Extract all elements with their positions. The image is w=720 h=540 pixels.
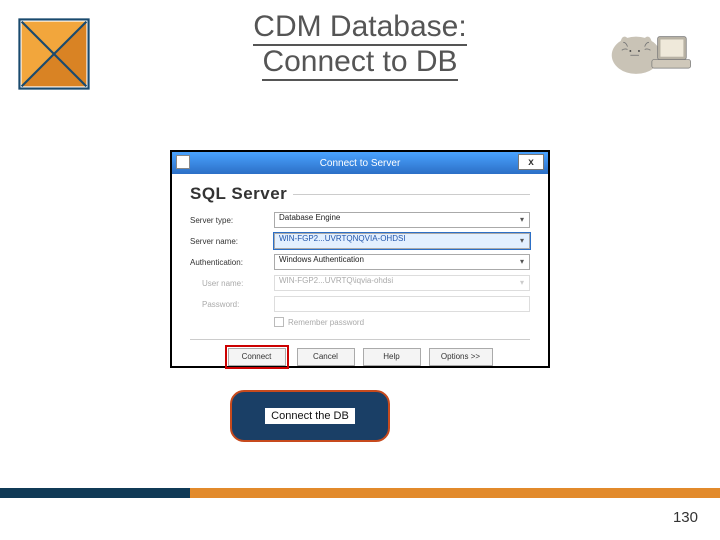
- server-type-dropdown[interactable]: Database Engine: [274, 212, 530, 228]
- authentication-dropdown[interactable]: Windows Authentication: [274, 254, 530, 270]
- title-line1: CDM Database:: [253, 10, 466, 46]
- connect-button[interactable]: Connect: [228, 348, 286, 366]
- dialog-title: Connect to Server: [320, 158, 401, 169]
- chevron-down-icon: ▾: [516, 277, 528, 289]
- server-type-label: Server type:: [190, 216, 274, 225]
- authentication-label: Authentication:: [190, 258, 274, 267]
- server-name-combobox[interactable]: WIN-FGP2...UVRTQNQVIA-OHDSI: [274, 233, 530, 249]
- chevron-down-icon[interactable]: ▾: [516, 214, 528, 226]
- callout-bubble: Connect the DB: [230, 390, 390, 442]
- chevron-down-icon[interactable]: ▾: [516, 256, 528, 268]
- product-header: SQL Server: [172, 174, 548, 210]
- footer-accent-bar: [0, 488, 720, 498]
- dialog-titlebar: Connect to Server x: [172, 152, 548, 174]
- connect-button-highlight: Connect: [225, 345, 289, 369]
- options-button[interactable]: Options >>: [429, 348, 493, 366]
- password-field: [274, 296, 530, 312]
- remember-password-label: Remember password: [288, 318, 364, 327]
- title-line2: Connect to DB: [262, 45, 457, 81]
- chevron-down-icon[interactable]: ▾: [516, 235, 528, 247]
- connect-to-server-dialog: Connect to Server x SQL Server Server ty…: [170, 150, 550, 368]
- callout-text: Connect the DB: [265, 408, 355, 424]
- username-label: User name:: [190, 279, 274, 288]
- help-button[interactable]: Help: [363, 348, 421, 366]
- cat-laptop-illustration: [606, 18, 692, 80]
- system-menu-icon[interactable]: [176, 155, 190, 169]
- close-button[interactable]: x: [518, 154, 544, 170]
- username-field: WIN-FGP2...UVRTQ\iqvia-ohdsi: [274, 275, 530, 291]
- remember-password-checkbox: [274, 317, 284, 327]
- server-name-label: Server name:: [190, 237, 274, 246]
- cancel-button[interactable]: Cancel: [297, 348, 355, 366]
- page-number: 130: [673, 509, 698, 526]
- product-name: SQL Server: [190, 184, 287, 204]
- password-label: Password:: [190, 300, 274, 309]
